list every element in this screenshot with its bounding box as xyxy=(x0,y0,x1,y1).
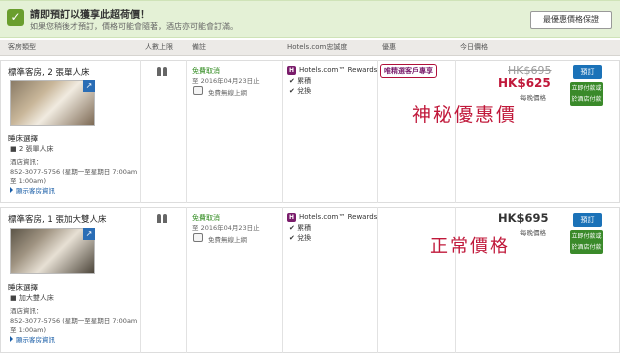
redeem-item: ✔ 兌換 xyxy=(289,234,312,242)
regular-price-annotation: 正常價格 xyxy=(430,236,510,257)
best-price-guarantee-button[interactable]: 最優惠價格保證 xyxy=(530,11,612,29)
show-room-info-text[interactable]: 顯示客房資訊 xyxy=(16,187,55,195)
cancel-date: 至 2016年04月23日止 xyxy=(192,224,260,232)
redeem-text: 兌換 xyxy=(297,87,312,95)
col-today-price: 今日價格 xyxy=(460,43,488,51)
bed-option-text: 加大雙人床 xyxy=(18,294,54,302)
wifi-icon xyxy=(193,233,203,242)
collect-item: ✔ 累積 xyxy=(289,77,312,85)
pay-now-line1: 立即付款或 xyxy=(571,85,602,92)
banner-subtitle: 如果您稍後才預訂，價格可能會隨著，酒店亦可能會訂滿。 xyxy=(30,22,238,31)
room-name[interactable]: 標準客房, 2 張單人床 xyxy=(8,66,90,78)
hotel-phone-cont: 至 1:00am) xyxy=(10,177,47,185)
collect-item: ✔ 累積 xyxy=(289,224,312,232)
pay-now-line2: 於酒店付款 xyxy=(571,96,602,103)
rewards-label: Hotels.com™ Rewards xyxy=(299,213,378,221)
bed-option: ■ 加大雙人床 xyxy=(10,294,54,302)
col-notes: 備註 xyxy=(192,43,206,51)
regular-price: HK$695 xyxy=(498,211,549,225)
bed-choice-label: 睡床選擇 xyxy=(8,134,38,143)
check-icon: ✓ xyxy=(7,9,24,26)
show-room-info-link[interactable]: 顯示客房資訊 xyxy=(10,185,55,195)
redeem-text: 兌換 xyxy=(297,234,312,242)
expand-icon[interactable]: ↗ xyxy=(83,228,95,240)
collect-text: 累積 xyxy=(297,77,312,85)
col-room-type: 客房類型 xyxy=(8,43,36,51)
hotels-rewards-icon: H xyxy=(287,213,296,222)
pay-now-line2: 於酒店付款 xyxy=(571,244,602,251)
member-only-badge: 唯精選客戶專享 xyxy=(380,64,437,78)
person-icon xyxy=(157,214,161,223)
redeem-item: ✔ 兌換 xyxy=(289,87,312,95)
rewards-label: Hotels.com™ Rewards xyxy=(299,66,378,74)
expand-icon[interactable]: ↗ xyxy=(83,80,95,92)
per-night-label: 每晚價格 xyxy=(520,229,546,237)
hotel-info-label: 酒店資訊： xyxy=(10,158,43,166)
free-wifi: 免費無線上網 xyxy=(208,89,247,97)
free-wifi: 免費無線上網 xyxy=(208,236,247,244)
pay-now-or-at-hotel-button[interactable]: 立即付款或於酒店付款 xyxy=(570,82,603,106)
col-offers: 優惠 xyxy=(382,43,396,51)
triangle-icon xyxy=(10,187,13,193)
col-loyalty: Hotels.com忠誠度 xyxy=(287,43,348,51)
person-icon xyxy=(163,67,167,76)
bed-option: ■ 2 張單人床 xyxy=(10,145,54,153)
wifi-icon xyxy=(193,86,203,95)
col-max-guests: 人數上限 xyxy=(145,43,173,51)
pay-now-or-at-hotel-button[interactable]: 立即付款或於酒店付款 xyxy=(570,230,603,254)
bed-choice-label: 睡床選擇 xyxy=(8,283,38,292)
hotel-info-label: 酒店資訊： xyxy=(10,307,43,315)
hotels-rewards-icon: H xyxy=(287,66,296,75)
book-button[interactable]: 預訂 xyxy=(573,213,602,227)
banner-title: 請即預訂以獲享此超荷價！ xyxy=(30,10,150,21)
room-name[interactable]: 標準客房, 1 張加大雙人床 xyxy=(8,213,107,225)
book-button[interactable]: 預訂 xyxy=(573,65,602,79)
collect-text: 累積 xyxy=(297,224,312,232)
cancel-date: 至 2016年04月23日止 xyxy=(192,77,260,85)
person-icon xyxy=(157,67,161,76)
person-icon xyxy=(163,214,167,223)
mystery-price-annotation: 神秘優惠價 xyxy=(412,104,518,126)
per-night-label: 每晚價格 xyxy=(520,94,546,102)
triangle-icon xyxy=(10,336,13,342)
hotel-phone-cont: 至 1:00am) xyxy=(10,326,47,334)
bed-option-text: 2 張單人床 xyxy=(18,145,54,153)
show-room-info-link[interactable]: 顯示客房資訊 xyxy=(10,334,55,344)
show-room-info-text[interactable]: 顯示客房資訊 xyxy=(16,336,55,344)
discount-price: HK$625 xyxy=(498,76,551,90)
pay-now-line1: 立即付款或 xyxy=(571,233,602,240)
